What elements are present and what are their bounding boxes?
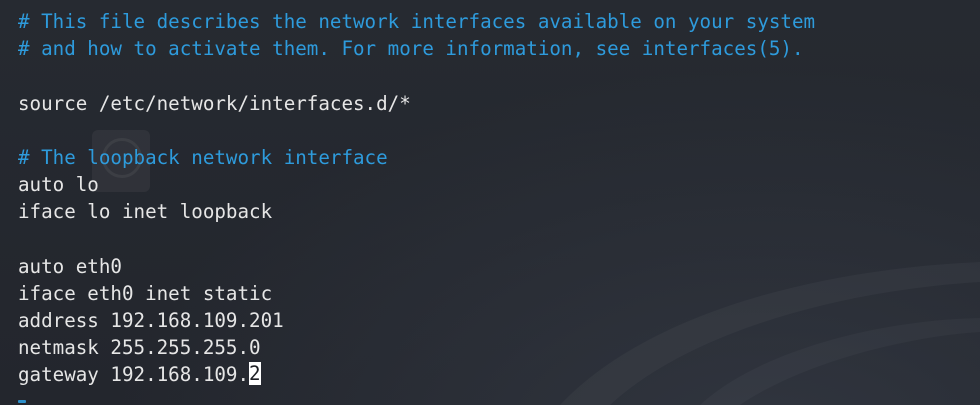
editor-line-6: # The loopback network interface [18,145,388,169]
editor-line-13: netmask 255.255.255.0 [18,336,261,360]
editor-line-1: # This file describes the network interf… [18,10,816,33]
editor-line-3 [18,62,815,89]
terminal-window[interactable]: # This file describes the network interf… [0,0,980,405]
editor-line-5 [18,117,815,144]
editor-line-7: auto lo [18,173,99,197]
editor-line-11: iface eth0 inet static [18,281,273,305]
editor-line-9 [18,226,815,253]
editor-line-8: iface lo inet loopback [18,200,273,224]
editor-line-14-text: gateway 192.168.109. [18,363,250,387]
editor-line-2: # and how to activate them. For more inf… [18,37,804,61]
editor-line-10: auto eth0 [18,254,122,278]
editor-line-12: address 192.168.109.201 [18,309,284,333]
editor-line-14: gateway 192.168.109.2 [18,361,815,388]
editor-text-area[interactable]: # This file describes the network interf… [18,8,815,389]
editor-line-4: source /etc/network/interfaces.d/* [18,91,411,115]
text-cursor: 2 [249,362,261,386]
tilde-marker [18,400,26,403]
empty-buffer-marker [18,396,138,405]
